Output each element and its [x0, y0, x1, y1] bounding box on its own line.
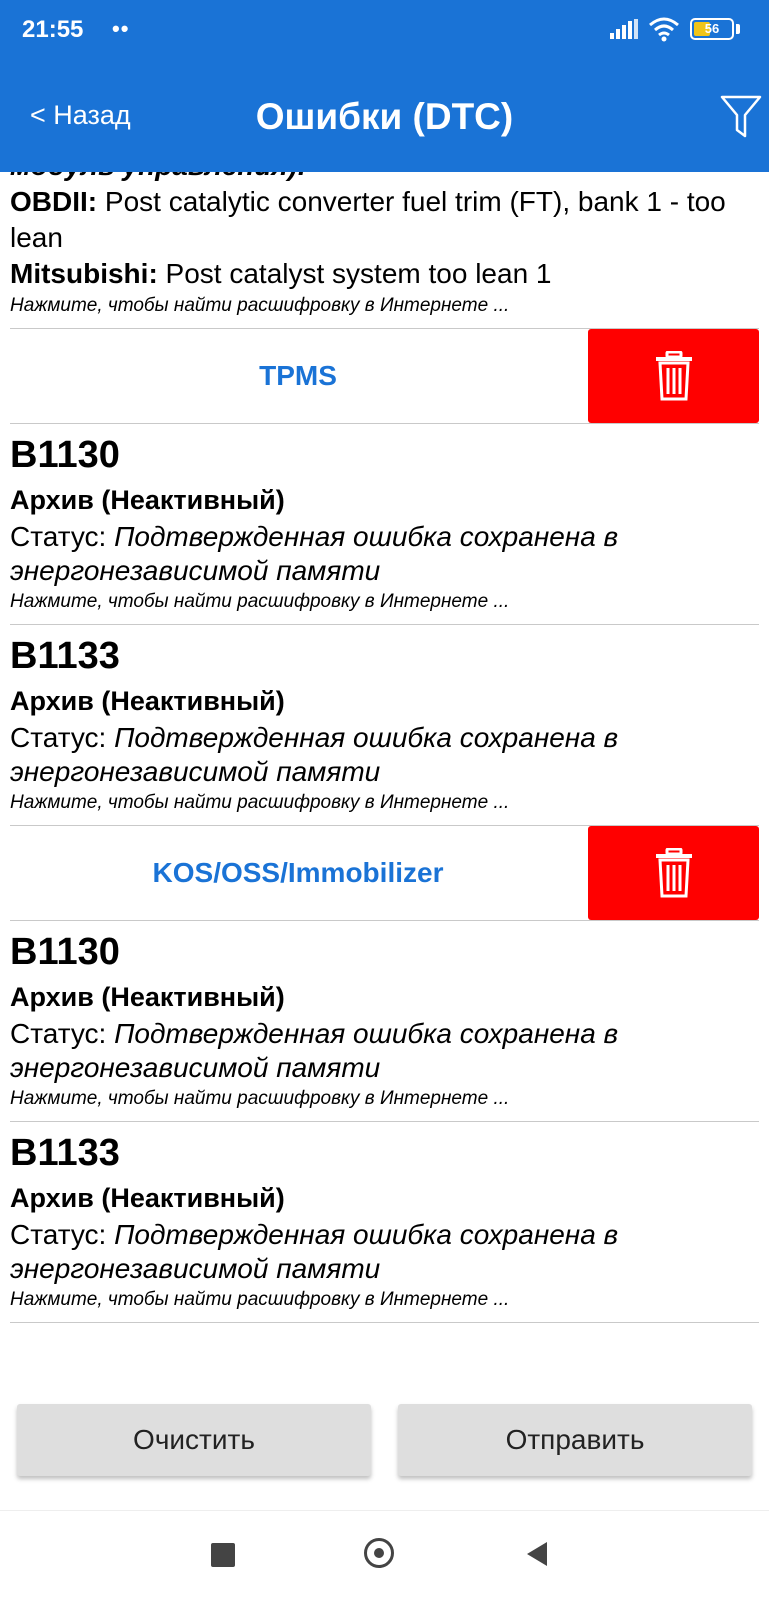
- dtc-code: B1133: [10, 1132, 120, 1174]
- group-name[interactable]: TPMS: [10, 329, 586, 423]
- search-hint[interactable]: Нажмите, чтобы найти расшифровку в Интер…: [10, 1085, 749, 1121]
- obd-text: Post catalytic converter fuel trim (FT),…: [10, 186, 726, 253]
- search-hint[interactable]: Нажмите, чтобы найти расшифровку в Интер…: [10, 292, 749, 328]
- page-title: Ошибки (DTC): [255, 96, 514, 137]
- dtc-code: B1133: [10, 635, 120, 677]
- filter-icon[interactable]: [720, 94, 762, 140]
- search-hint[interactable]: Нажмите, чтобы найти расшифровку в Интер…: [10, 588, 749, 624]
- battery-level: 56: [704, 21, 720, 36]
- dtc-status: Статус: Подтвержденная ошибка сохранена …: [10, 1017, 749, 1085]
- dtc-entry[interactable]: модуль управления): OBDII: Post catalyti…: [10, 172, 759, 329]
- delete-group-button[interactable]: [588, 826, 759, 920]
- dtc-state: Архив (Неактивный): [10, 686, 285, 716]
- search-hint[interactable]: Нажмите, чтобы найти расшифровку в Интер…: [10, 1286, 749, 1322]
- clear-button[interactable]: Очистить: [17, 1404, 371, 1476]
- status-time: 21:55: [22, 16, 84, 43]
- signal-icon: [610, 19, 638, 39]
- recents-icon[interactable]: [211, 1543, 235, 1567]
- status-label: Статус:: [10, 1219, 115, 1250]
- back-triangle-icon[interactable]: [525, 1541, 549, 1567]
- group-header-tpms: TPMS: [10, 329, 759, 424]
- home-icon[interactable]: [364, 1538, 394, 1568]
- obd-description: OBDII: Post catalytic converter fuel tri…: [10, 184, 749, 256]
- cut-off-text: модуль управления):: [10, 172, 749, 184]
- dtc-entry[interactable]: B1130 Архив (Неактивный) Статус: Подтвер…: [10, 921, 759, 1122]
- battery-icon: 56: [690, 18, 734, 40]
- dtc-state: Архив (Неактивный): [10, 485, 285, 515]
- trash-icon: [656, 848, 692, 898]
- dtc-list[interactable]: модуль управления): OBDII: Post catalyti…: [0, 172, 769, 1375]
- dtc-status: Статус: Подтвержденная ошибка сохранена …: [10, 721, 749, 789]
- battery-tip: [736, 24, 740, 34]
- trash-icon: [656, 351, 692, 401]
- dtc-code: B1130: [10, 434, 120, 476]
- dtc-entry[interactable]: B1133 Архив (Неактивный) Статус: Подтвер…: [10, 625, 759, 826]
- group-name[interactable]: KOS/OSS/Immobilizer: [10, 826, 586, 920]
- search-hint[interactable]: Нажмите, чтобы найти расшифровку в Интер…: [10, 789, 749, 825]
- dtc-entry[interactable]: B1130 Архив (Неактивный) Статус: Подтвер…: [10, 424, 759, 625]
- dtc-state: Архив (Неактивный): [10, 1183, 285, 1213]
- dtc-status: Статус: Подтвержденная ошибка сохранена …: [10, 520, 749, 588]
- dtc-code: B1130: [10, 931, 120, 973]
- notification-dots: ••: [112, 16, 130, 41]
- group-header-immobilizer: KOS/OSS/Immobilizer: [10, 826, 759, 921]
- manufacturer-description: Mitsubishi: Post catalyst system too lea…: [10, 256, 749, 292]
- status-label: Статус:: [10, 722, 115, 753]
- status-label: Статус:: [10, 1018, 115, 1049]
- obd-label: OBDII:: [10, 186, 98, 217]
- delete-group-button[interactable]: [588, 329, 759, 423]
- manufacturer-label: Mitsubishi:: [10, 258, 158, 289]
- dtc-status: Статус: Подтвержденная ошибка сохранена …: [10, 1218, 749, 1286]
- status-label: Статус:: [10, 521, 115, 552]
- send-button[interactable]: Отправить: [398, 1404, 752, 1476]
- wifi-icon: [649, 17, 679, 42]
- dtc-entry[interactable]: B1133 Архив (Неактивный) Статус: Подтвер…: [10, 1122, 759, 1323]
- system-nav-bar: [0, 1510, 769, 1602]
- dtc-state: Архив (Неактивный): [10, 982, 285, 1012]
- app-bar: 21:55 •• 56 < Назад Ошибки (DTC): [0, 0, 769, 172]
- manufacturer-text: Post catalyst system too lean 1: [157, 258, 552, 289]
